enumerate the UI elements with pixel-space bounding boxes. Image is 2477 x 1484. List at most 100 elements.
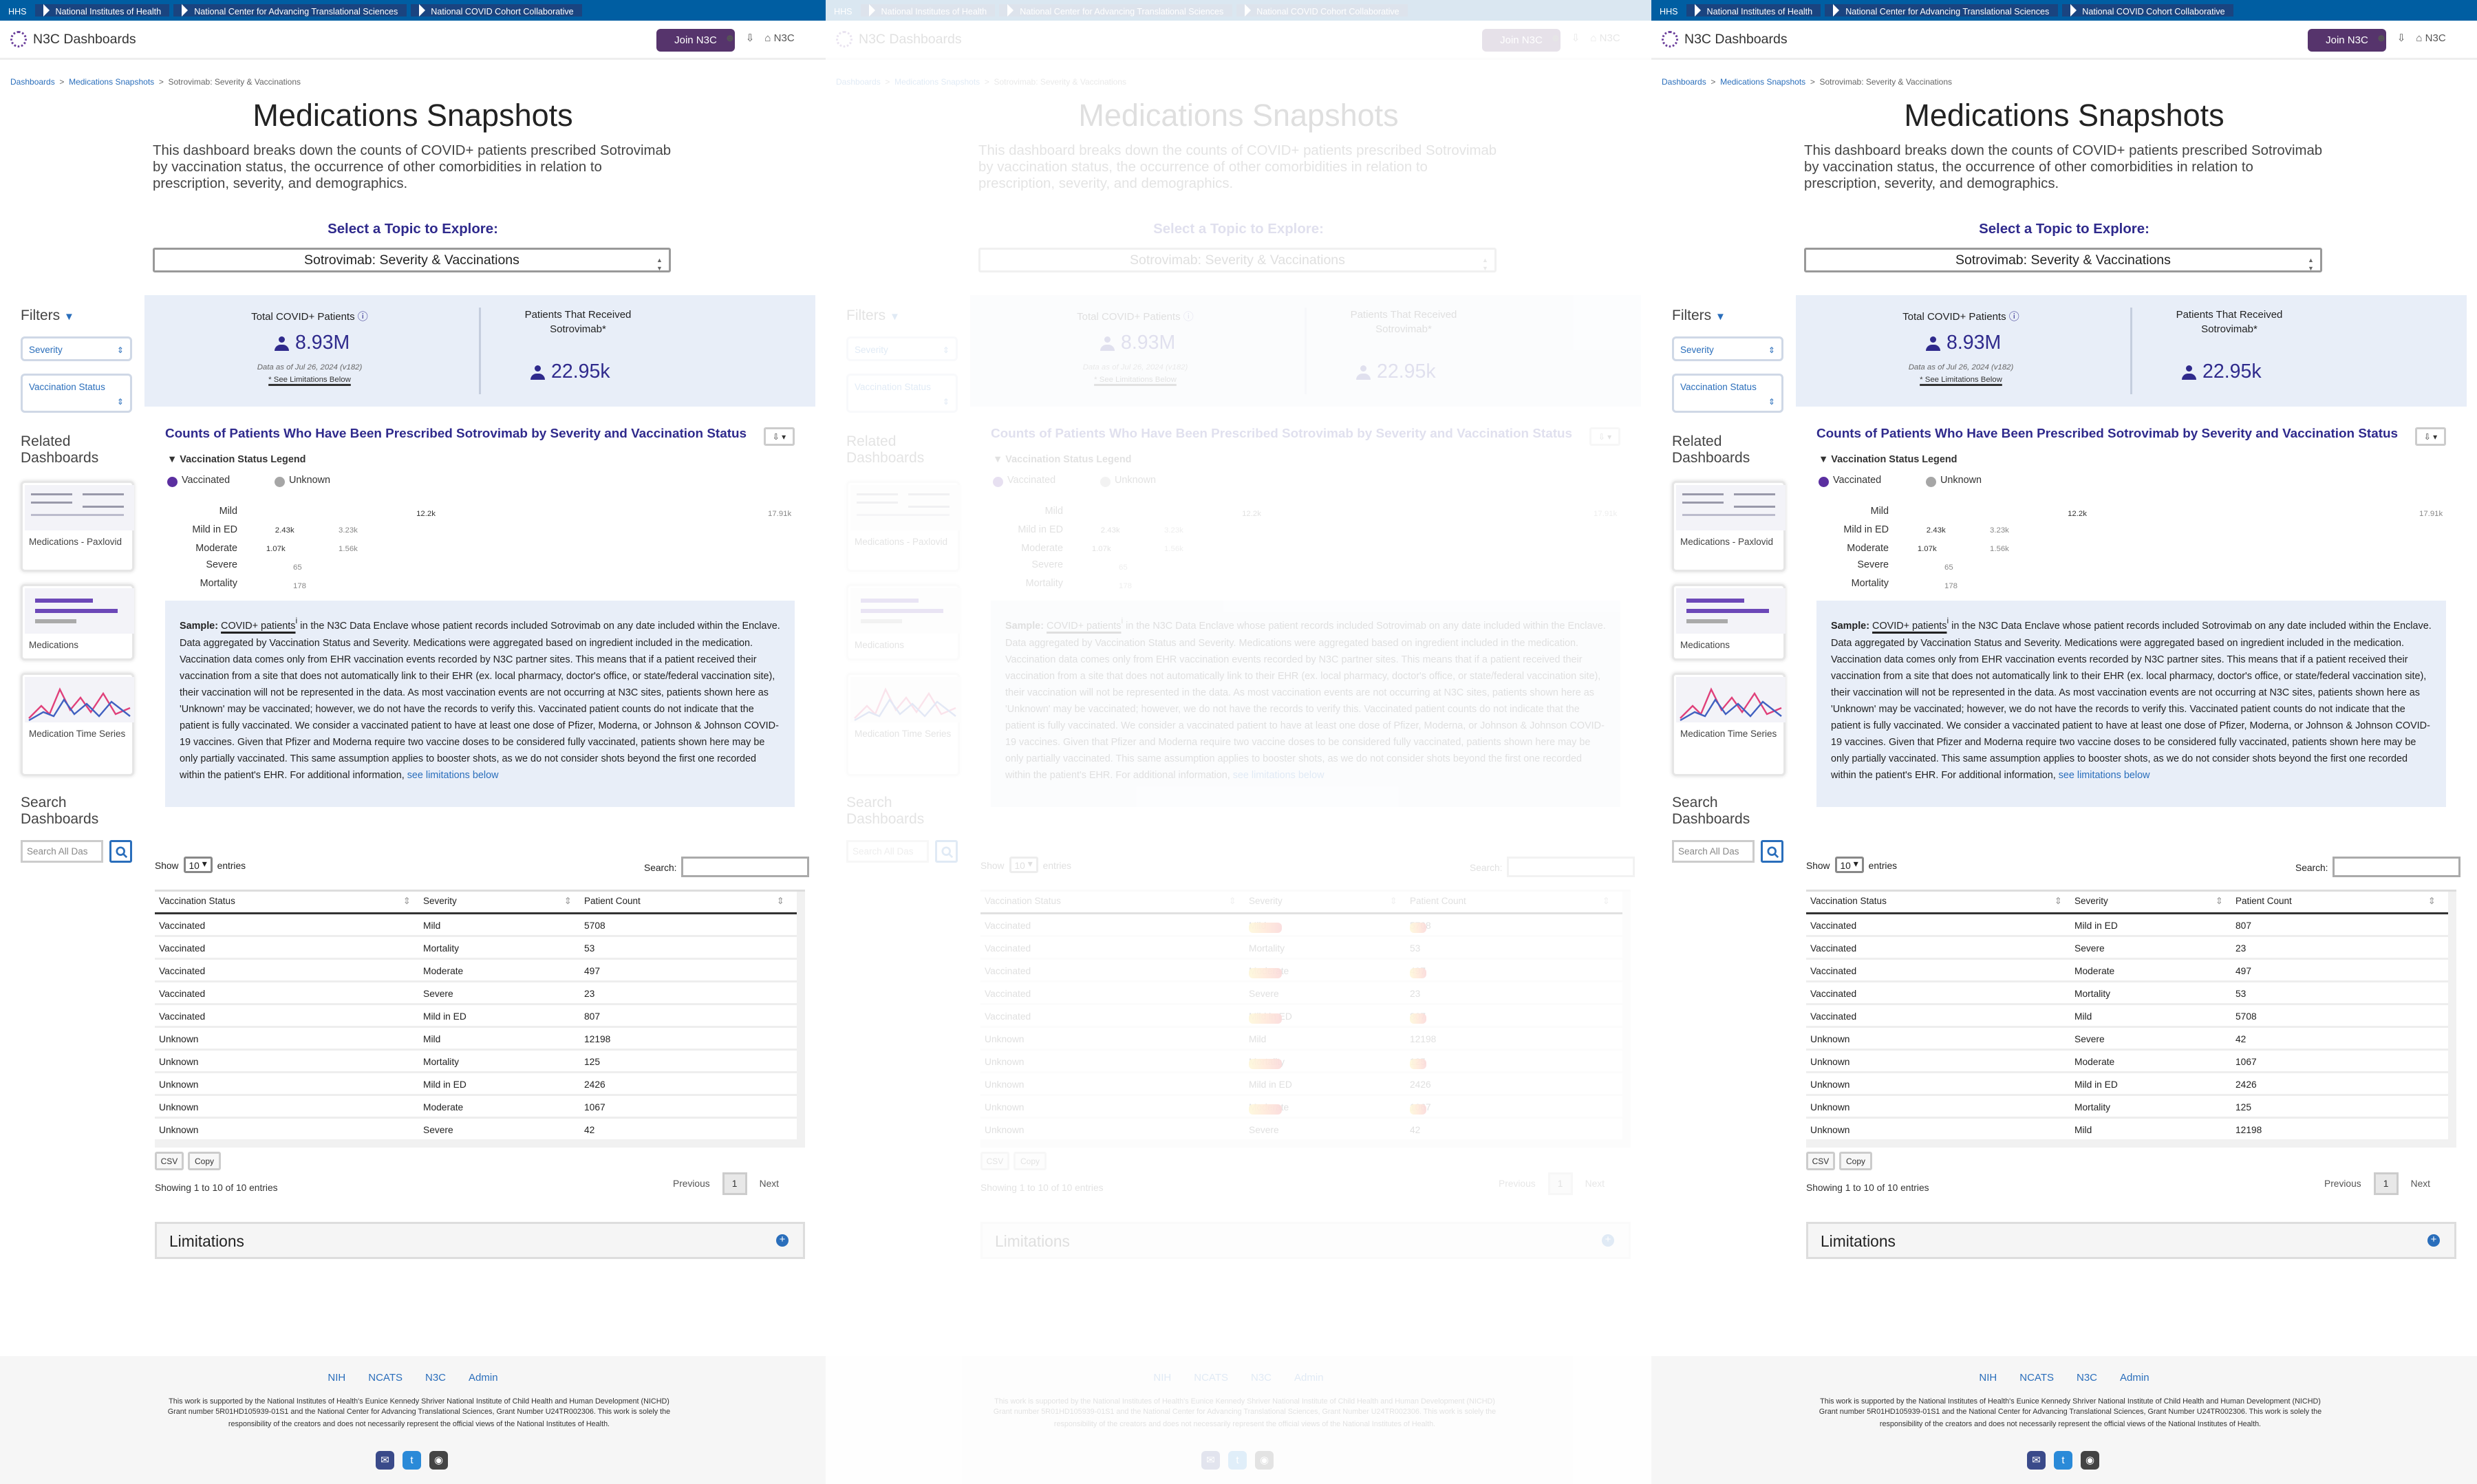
breadcrumb-dashboards[interactable]: Dashboards <box>836 76 881 87</box>
search-button[interactable] <box>935 840 958 863</box>
chart-download-button[interactable]: ⇩ ▾ <box>1589 427 1620 446</box>
n3c-nav-link[interactable]: ⌂ N3C <box>764 33 794 45</box>
twitter-icon[interactable]: t <box>403 1451 421 1470</box>
github-icon[interactable]: ◉ <box>1255 1451 1274 1470</box>
previous-button[interactable]: Previous <box>1499 1179 1536 1189</box>
col-severity[interactable]: Severity ⇕ <box>1245 896 1406 908</box>
related-card-time-series[interactable]: Medication Time Series <box>21 673 134 776</box>
n3c-banner-link[interactable]: National COVID Cohort Collaborative <box>2061 4 2233 17</box>
entries-select[interactable]: 10 ▾ <box>182 857 213 873</box>
chart-download-button[interactable]: ⇩ ▾ <box>764 427 795 446</box>
csv-button[interactable]: CSV <box>1806 1152 1835 1170</box>
table-search-input[interactable] <box>2332 857 2460 877</box>
col-severity[interactable]: Severity ⇕ <box>2070 896 2231 908</box>
related-card-medications[interactable]: Medications <box>846 584 960 660</box>
previous-button[interactable]: Previous <box>2324 1179 2361 1189</box>
search-dashboards-input[interactable]: Search All Das <box>1672 840 1755 863</box>
hhs-link[interactable]: HHS <box>826 6 861 16</box>
limitations-panel[interactable]: Limitations + <box>155 1222 805 1259</box>
legend-unknown[interactable]: Unknown <box>1100 477 1156 487</box>
breadcrumb-medications[interactable]: Medications Snapshots <box>1720 76 1805 87</box>
footer-nih-link[interactable]: NIH <box>328 1373 345 1385</box>
filter-severity[interactable]: Severity ⇕ <box>1672 336 1783 361</box>
search-button[interactable] <box>1761 840 1783 863</box>
pin-icon[interactable]: ▼ <box>64 312 74 324</box>
footer-n3c-link[interactable]: N3C <box>1251 1373 1272 1385</box>
col-patient-count[interactable]: Patient Count ⇕ <box>1406 896 1618 908</box>
limitations-panel[interactable]: Limitations + <box>980 1222 1631 1259</box>
horizontal-scrollbar[interactable] <box>980 1139 1631 1148</box>
col-vaccination-status[interactable]: Vaccination Status ⇕ <box>980 896 1245 908</box>
limitations-link[interactable]: * See Limitations Below <box>1858 376 2064 384</box>
footer-admin-link[interactable]: Admin <box>2120 1373 2149 1385</box>
ncats-link[interactable]: National Center for Advancing Translatio… <box>173 4 407 17</box>
expand-plus-icon[interactable]: + <box>1602 1234 1614 1247</box>
footer-admin-link[interactable]: Admin <box>1294 1373 1324 1385</box>
related-card-time-series[interactable]: Medication Time Series <box>1672 673 1786 776</box>
pin-icon[interactable]: ▼ <box>890 312 900 324</box>
expand-plus-icon[interactable]: + <box>2427 1234 2440 1247</box>
vertical-scrollbar[interactable] <box>797 892 805 1141</box>
hhs-link[interactable]: HHS <box>0 6 35 16</box>
footer-ncats-link[interactable]: NCATS <box>368 1373 403 1385</box>
twitter-icon[interactable]: t <box>1228 1451 1247 1470</box>
search-button[interactable] <box>109 840 132 863</box>
topic-select[interactable]: Sotrovimab: Severity & Vaccinations ▲ ▼ <box>978 248 1497 272</box>
people-icon[interactable]: ☻ <box>2376 33 2387 45</box>
horizontal-scrollbar[interactable] <box>155 1139 805 1148</box>
breadcrumb-dashboards[interactable]: Dashboards <box>10 76 55 87</box>
brand[interactable]: N3C Dashboards <box>1662 31 1788 47</box>
nih-link[interactable]: National Institutes of Health <box>1686 4 1821 17</box>
expand-plus-icon[interactable]: + <box>776 1234 789 1247</box>
topic-select[interactable]: Sotrovimab: Severity & Vaccinations ▲ ▼ <box>153 248 671 272</box>
people-icon[interactable]: ☻ <box>725 33 736 45</box>
search-dashboards-input[interactable]: Search All Das <box>21 840 103 863</box>
breadcrumb-dashboards[interactable]: Dashboards <box>1662 76 1706 87</box>
join-n3c-button[interactable]: Join N3C <box>2308 29 2386 52</box>
legend-unknown[interactable]: Unknown <box>1926 477 1982 487</box>
page-1-button[interactable]: 1 <box>1547 1172 1573 1195</box>
limitations-link[interactable]: * See Limitations Below <box>206 376 413 384</box>
footer-n3c-link[interactable]: N3C <box>425 1373 446 1385</box>
people-icon[interactable]: ☻ <box>1550 33 1561 45</box>
previous-button[interactable]: Previous <box>673 1179 710 1189</box>
join-n3c-button[interactable]: Join N3C <box>656 29 735 52</box>
entries-select[interactable]: 10 ▾ <box>1008 857 1039 873</box>
related-card-paxlovid[interactable]: Medications - Paxlovid <box>1672 481 1786 572</box>
next-button[interactable]: Next <box>2411 1179 2430 1189</box>
email-icon[interactable]: ✉ <box>2027 1451 2046 1470</box>
info-icon[interactable]: ⓘ <box>358 312 368 324</box>
covid-patients-link[interactable]: COVID+ patients <box>1047 623 1121 633</box>
n3c-banner-link[interactable]: National COVID Cohort Collaborative <box>1236 4 1408 17</box>
nih-link[interactable]: National Institutes of Health <box>860 4 996 17</box>
github-icon[interactable]: ◉ <box>2081 1451 2099 1470</box>
table-search-input[interactable] <box>1506 857 1635 877</box>
covid-patients-link[interactable]: COVID+ patients <box>221 623 295 633</box>
nih-link[interactable]: National Institutes of Health <box>34 4 170 17</box>
col-vaccination-status[interactable]: Vaccination Status ⇕ <box>1806 896 2070 908</box>
page-1-button[interactable]: 1 <box>2373 1172 2399 1195</box>
topic-select[interactable]: Sotrovimab: Severity & Vaccinations ▲ ▼ <box>1804 248 2322 272</box>
download-icon[interactable]: ⇩ <box>746 33 755 45</box>
covid-patients-link[interactable]: COVID+ patients <box>1872 623 1947 633</box>
see-limitations-link[interactable]: see limitations below <box>1233 771 1325 782</box>
n3c-nav-link[interactable]: ⌂ N3C <box>1590 33 1620 45</box>
entries-select[interactable]: 10 ▾ <box>1834 857 1865 873</box>
legend-vaccinated[interactable]: Vaccinated <box>1819 477 1881 487</box>
ncats-link[interactable]: National Center for Advancing Translatio… <box>1825 4 2058 17</box>
horizontal-scrollbar[interactable] <box>1806 1139 2456 1148</box>
related-card-time-series[interactable]: Medication Time Series <box>846 673 960 776</box>
chart-download-button[interactable]: ⇩ ▾ <box>2415 427 2446 446</box>
filter-vaccination-status[interactable]: Vaccination Status ⇕ <box>846 374 958 413</box>
n3c-nav-link[interactable]: ⌂ N3C <box>2416 33 2445 45</box>
brand[interactable]: N3C Dashboards <box>10 31 136 47</box>
csv-button[interactable]: CSV <box>980 1152 1009 1170</box>
download-icon[interactable]: ⇩ <box>2397 33 2406 45</box>
twitter-icon[interactable]: t <box>2054 1451 2072 1470</box>
download-icon[interactable]: ⇩ <box>1572 33 1580 45</box>
copy-button[interactable]: Copy <box>1014 1152 1047 1170</box>
join-n3c-button[interactable]: Join N3C <box>1482 29 1561 52</box>
csv-button[interactable]: CSV <box>155 1152 184 1170</box>
info-icon[interactable]: ⓘ <box>1183 312 1194 324</box>
related-card-paxlovid[interactable]: Medications - Paxlovid <box>21 481 134 572</box>
